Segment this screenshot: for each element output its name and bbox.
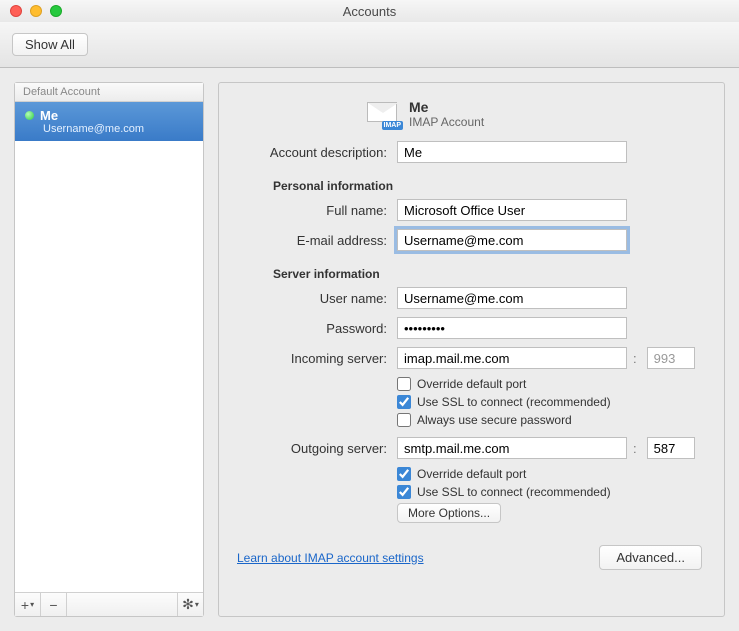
outgoing-override-checkbox[interactable] bbox=[397, 467, 411, 481]
server-info-header: Server information bbox=[237, 259, 706, 287]
outgoing-override-label: Override default port bbox=[417, 467, 526, 481]
accounts-list: Me Username@me.com bbox=[15, 102, 203, 592]
outgoing-label: Outgoing server: bbox=[237, 441, 397, 456]
learn-imap-link[interactable]: Learn about IMAP account settings bbox=[237, 551, 424, 565]
password-label: Password: bbox=[237, 321, 397, 336]
remove-account-button[interactable]: − bbox=[41, 593, 67, 616]
toolbar: Show All bbox=[0, 22, 739, 68]
settings-menu-button[interactable]: ✻▾ bbox=[177, 593, 203, 616]
outgoing-server-input[interactable] bbox=[397, 437, 627, 459]
incoming-ssl-checkbox[interactable] bbox=[397, 395, 411, 409]
incoming-label: Incoming server: bbox=[237, 351, 397, 366]
plus-icon: + bbox=[21, 597, 29, 613]
outgoing-port-input[interactable] bbox=[647, 437, 695, 459]
account-name: Me bbox=[40, 108, 58, 123]
show-all-button[interactable]: Show All bbox=[12, 33, 88, 56]
outgoing-ssl-checkbox[interactable] bbox=[397, 485, 411, 499]
incoming-ssl-label: Use SSL to connect (recommended) bbox=[417, 395, 611, 409]
port-separator: : bbox=[633, 441, 637, 456]
accounts-sidebar: Default Account Me Username@me.com +▾ − … bbox=[14, 82, 204, 617]
zoom-window-button[interactable] bbox=[50, 5, 62, 17]
status-online-icon bbox=[25, 111, 34, 120]
add-account-button[interactable]: +▾ bbox=[15, 593, 41, 616]
outgoing-ssl-label: Use SSL to connect (recommended) bbox=[417, 485, 611, 499]
username-label: User name: bbox=[237, 291, 397, 306]
minimize-window-button[interactable] bbox=[30, 5, 42, 17]
imap-badge: IMAP bbox=[382, 121, 404, 130]
email-input[interactable] bbox=[397, 229, 627, 251]
personal-info-header: Personal information bbox=[237, 171, 706, 199]
gear-icon: ✻ bbox=[182, 596, 194, 613]
username-input[interactable] bbox=[397, 287, 627, 309]
account-details-panel: IMAP Me IMAP Account Account description… bbox=[218, 82, 725, 617]
more-options-button[interactable]: More Options... bbox=[397, 503, 501, 523]
full-name-input[interactable] bbox=[397, 199, 627, 221]
port-separator: : bbox=[633, 351, 637, 366]
sidebar-footer: +▾ − ✻▾ bbox=[15, 592, 203, 616]
incoming-override-checkbox[interactable] bbox=[397, 377, 411, 391]
dropdown-caret-icon: ▾ bbox=[30, 600, 34, 609]
incoming-override-label: Override default port bbox=[417, 377, 526, 391]
sidebar-header: Default Account bbox=[15, 83, 203, 102]
email-label: E-mail address: bbox=[237, 233, 397, 248]
description-input[interactable] bbox=[397, 141, 627, 163]
minus-icon: − bbox=[49, 597, 57, 613]
account-subtitle: IMAP Account bbox=[409, 115, 484, 129]
dropdown-caret-icon: ▾ bbox=[195, 600, 199, 609]
advanced-button[interactable]: Advanced... bbox=[599, 545, 702, 570]
account-email: Username@me.com bbox=[25, 123, 195, 135]
password-input[interactable] bbox=[397, 317, 627, 339]
full-name-label: Full name: bbox=[237, 203, 397, 218]
incoming-secure-pw-checkbox[interactable] bbox=[397, 413, 411, 427]
mail-icon: IMAP bbox=[367, 102, 399, 126]
titlebar: Accounts bbox=[0, 0, 739, 22]
incoming-secure-pw-label: Always use secure password bbox=[417, 413, 572, 427]
account-title: Me bbox=[409, 99, 484, 115]
incoming-port-input[interactable] bbox=[647, 347, 695, 369]
description-label: Account description: bbox=[237, 145, 397, 160]
window-title: Accounts bbox=[0, 4, 739, 19]
account-list-item[interactable]: Me Username@me.com bbox=[15, 102, 203, 141]
incoming-server-input[interactable] bbox=[397, 347, 627, 369]
close-window-button[interactable] bbox=[10, 5, 22, 17]
